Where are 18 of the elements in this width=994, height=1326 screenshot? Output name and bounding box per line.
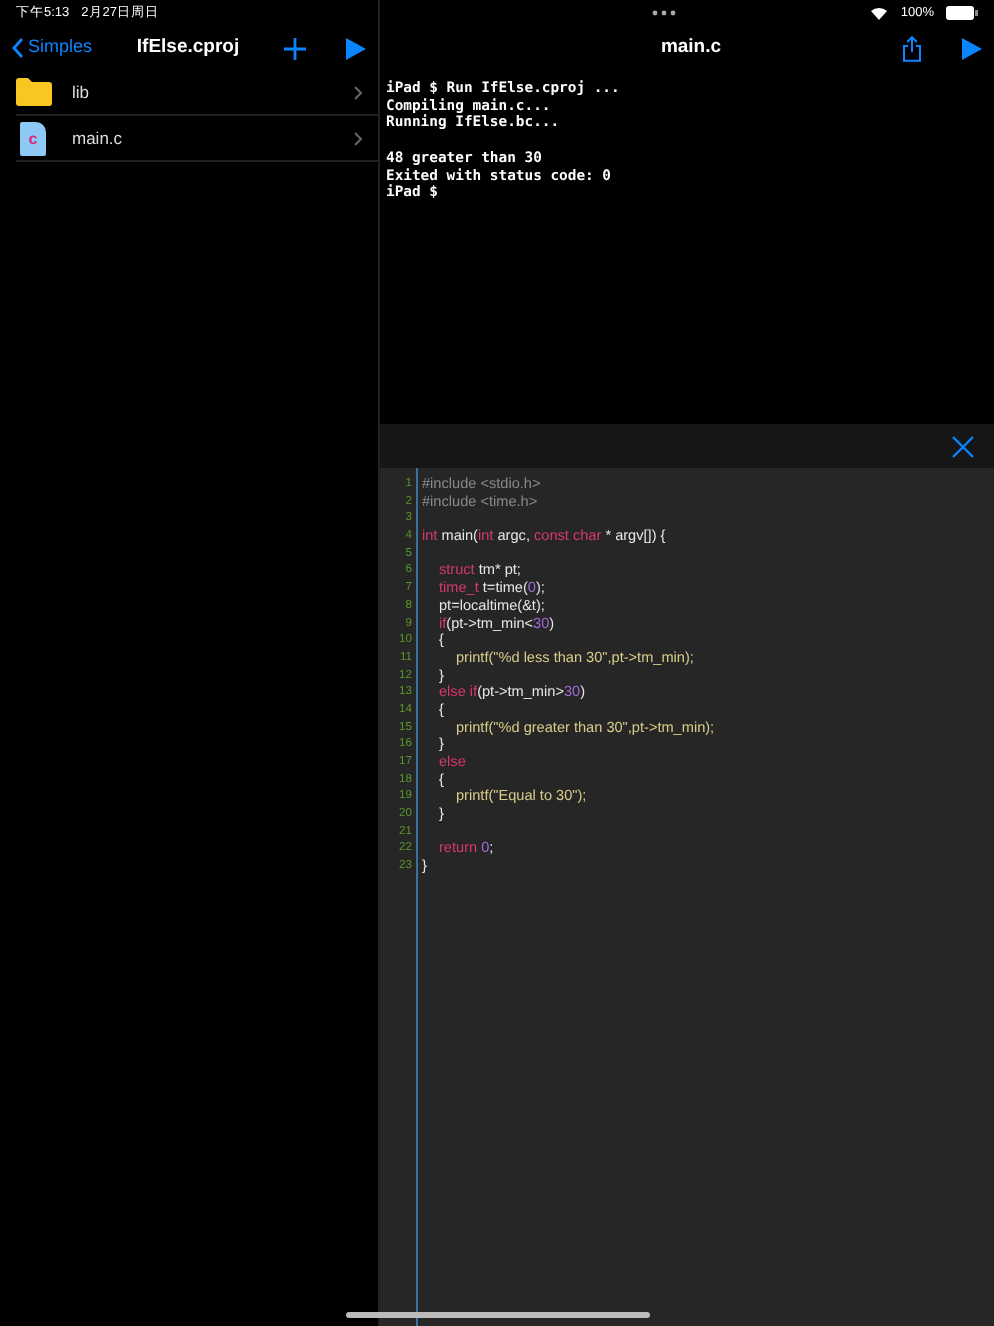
file-row[interactable]: lib xyxy=(16,70,378,116)
wifi-icon xyxy=(870,6,889,20)
run-button[interactable] xyxy=(346,37,366,59)
run-button[interactable] xyxy=(962,37,982,59)
close-button[interactable] xyxy=(952,435,974,457)
chevron-icon xyxy=(354,131,362,145)
multitasking-dots-icon[interactable] xyxy=(651,10,676,16)
share-button[interactable] xyxy=(902,35,922,61)
back-button[interactable]: Simples xyxy=(12,34,93,62)
file-title: main.c xyxy=(658,33,724,62)
c-file-icon: c xyxy=(20,121,46,155)
file-row[interactable]: c main.c xyxy=(16,116,378,162)
battery-icon xyxy=(946,6,978,20)
add-button[interactable] xyxy=(284,37,306,59)
project-title: IfElse.cproj xyxy=(134,33,242,62)
folder-icon xyxy=(16,78,52,106)
back-chevron-icon xyxy=(12,38,24,58)
chevron-icon xyxy=(354,85,362,99)
